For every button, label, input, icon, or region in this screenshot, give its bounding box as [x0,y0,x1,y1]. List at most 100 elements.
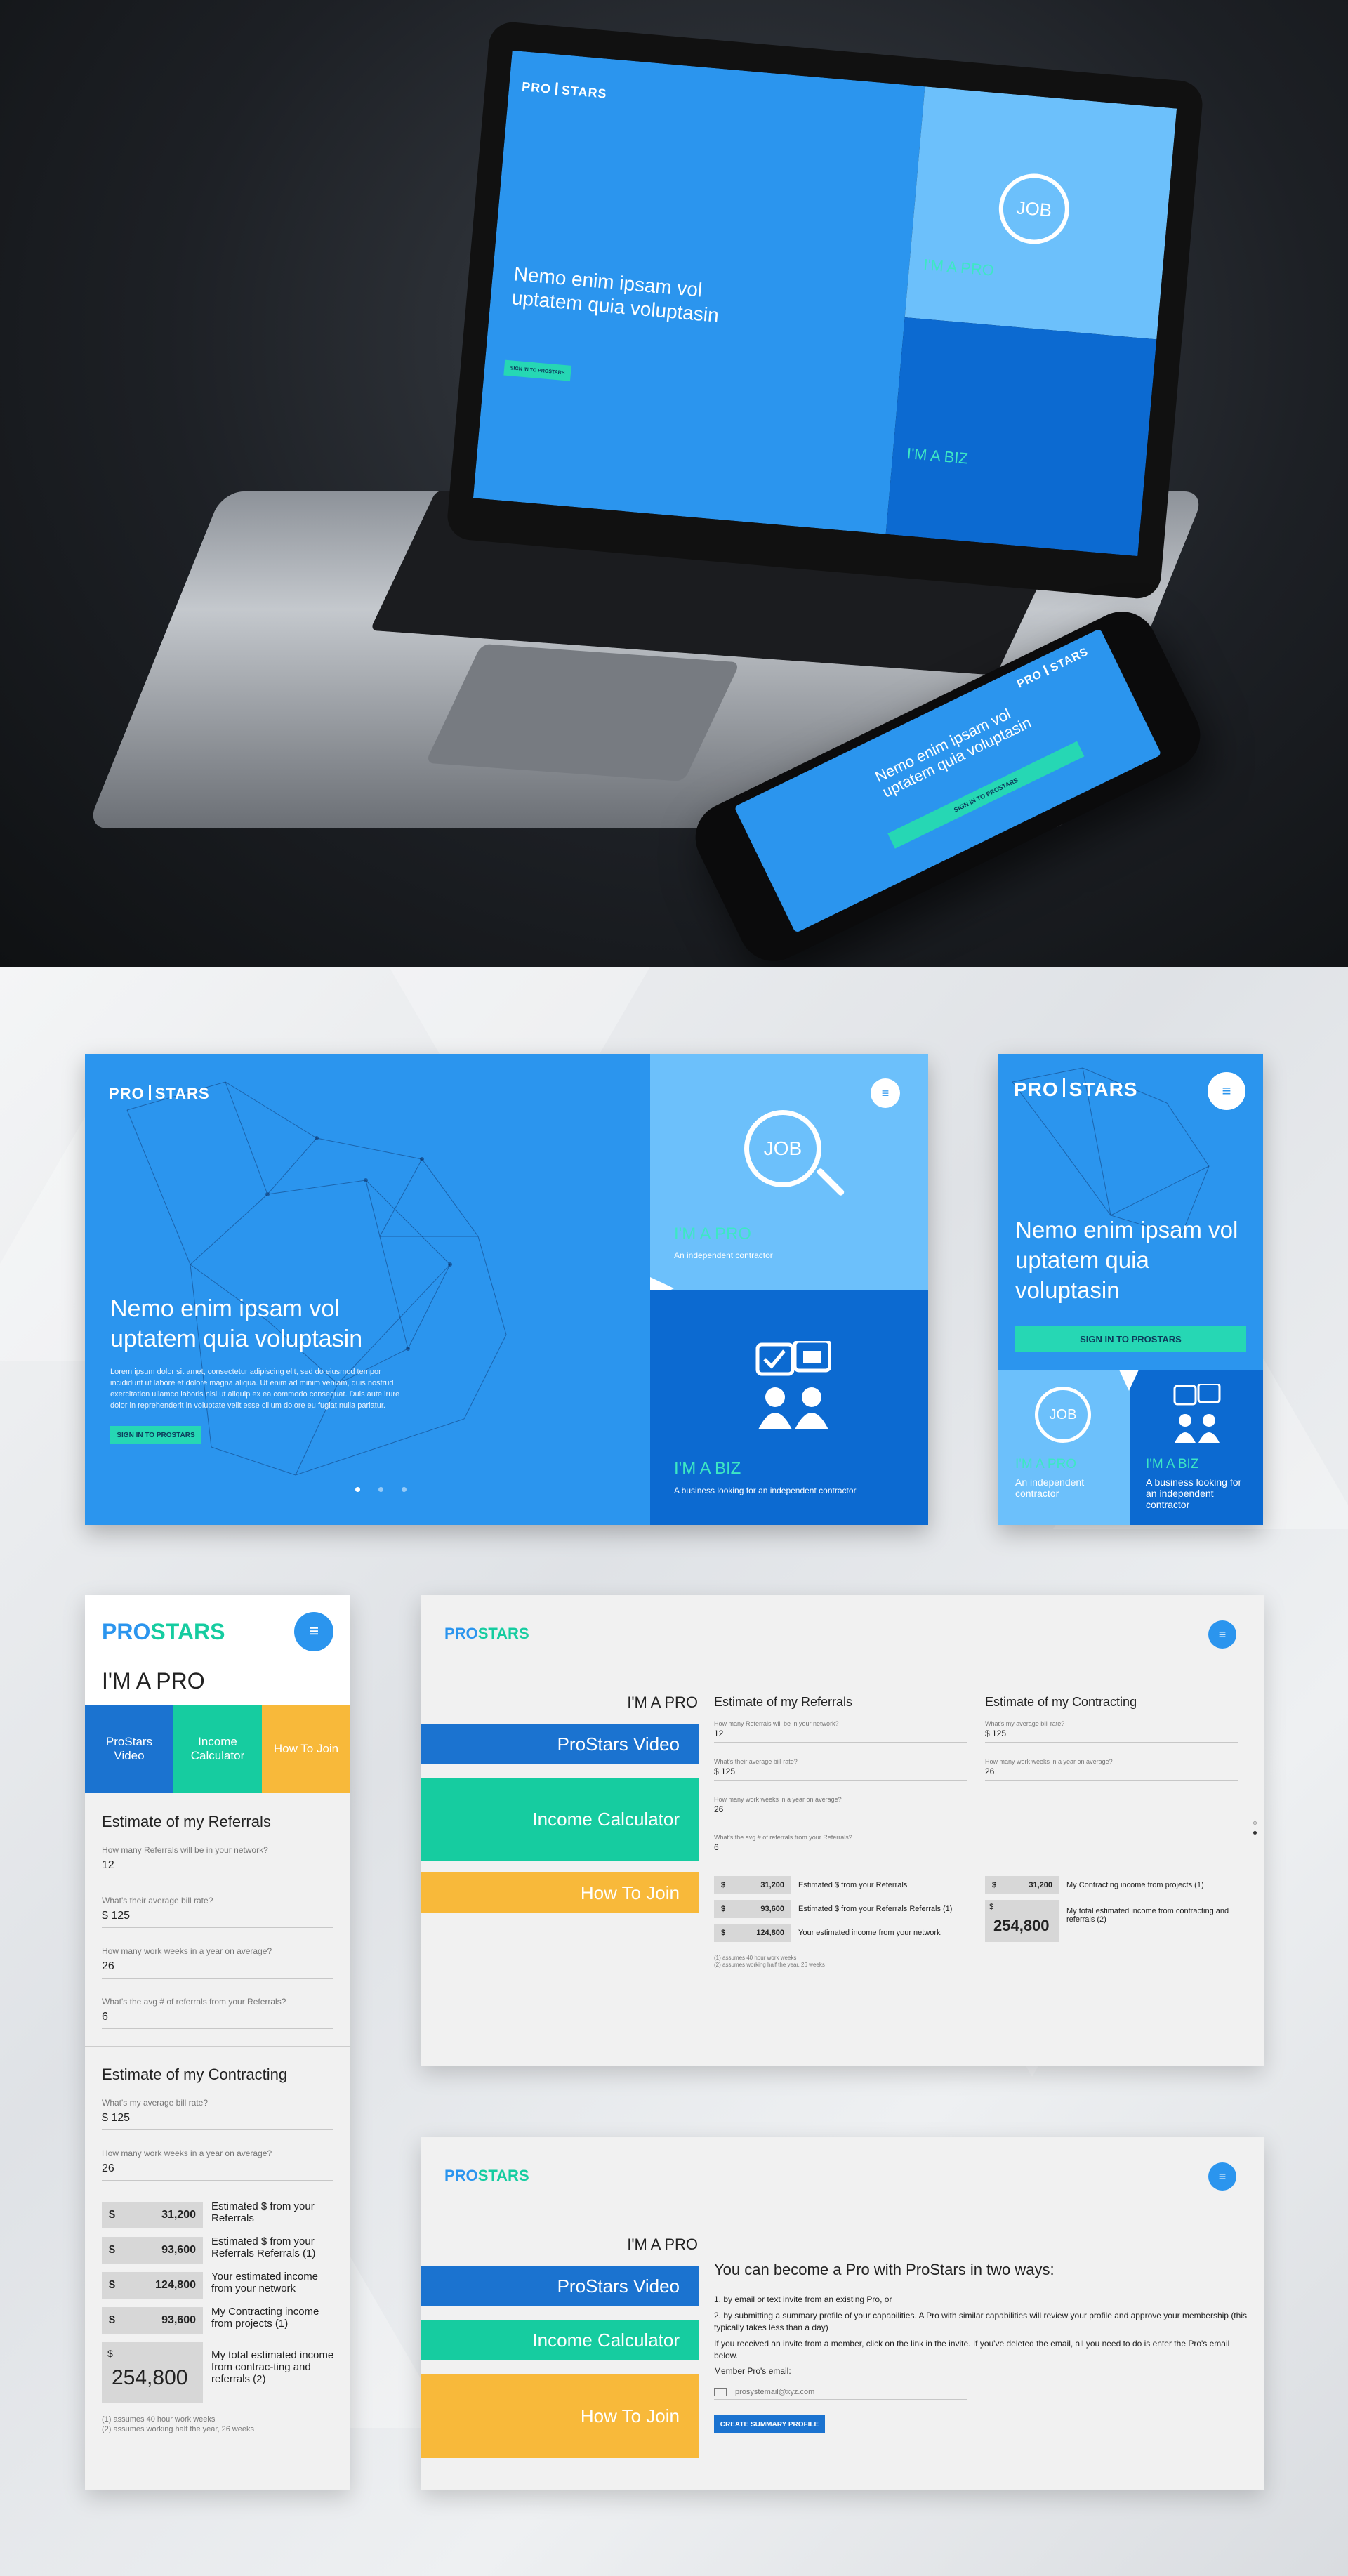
referrals-count-input[interactable]: 12 [102,1859,333,1877]
result-label: Your estimated income from your network [211,2271,319,2294]
mobile-logo[interactable]: PRO STARS [1014,1078,1138,1101]
mobile-logo-left: PRO [1014,1078,1059,1100]
referrals-q1-label: How many Referrals will be in your netwo… [102,1845,268,1855]
referrals-heading: Estimate of my Referrals [102,1813,271,1830]
email-input[interactable] [735,2387,946,2396]
join-option-2: 2. by submitting a summary profile of yo… [714,2311,1247,2332]
phone-brand-right: STARS [1048,645,1091,675]
hero-headline: Nemo enim ipsam vol uptatem quia volupta… [110,1295,363,1352]
d-ref-q1: How many Referrals will be in your netwo… [714,1720,839,1727]
pro-card[interactable]: ≡ JOB I'M A PRO An independent contracto… [650,1054,928,1300]
mobile-job-icon: JOB [1035,1387,1091,1443]
d-ref-count-input[interactable]: 12 [714,1729,967,1743]
join-invite-note: If you received an invite from a member,… [714,2339,1230,2360]
result-value: 93,600 [760,1905,784,1913]
currency: $ [109,2279,115,2291]
slider-dot[interactable] [378,1487,383,1492]
laptop-screen: PRO STARS Nemo enim ipsam vol uptatem qui… [473,50,1177,557]
scroll-dot[interactable] [1253,1821,1257,1825]
hero-slide: PRO STARS Nemo enim ipsam vol uptatem qui… [85,1054,650,1525]
hero-device-mockup: PRO STARS Nemo enim ipsam vol uptatem qui… [0,0,1348,967]
d-result-label: Your estimated income from your network [798,1929,941,1937]
mobile-biz-subtitle: A business looking for an independent co… [1146,1477,1242,1510]
mobile-landing-screen: PRO STARS ≡ Nemo enim ipsam vol uptatem q… [998,1054,1263,1525]
result-box: $93,600 [102,2237,203,2264]
nav-video[interactable]: ProStars Video [421,1724,699,1764]
result-value: 31,200 [161,2209,196,2221]
slider-dot-active[interactable] [355,1487,360,1492]
currency: $ [721,1881,726,1889]
magnifier-handle [816,1167,845,1197]
d-con-rate-input[interactable]: $ 125 [985,1729,1238,1743]
menu-icon[interactable]: ≡ [871,1078,900,1108]
mobile-pointer-icon [1119,1370,1139,1391]
calc-menu-icon[interactable]: ≡ [294,1612,333,1651]
d-ref-avg-input[interactable]: 6 [714,1842,967,1856]
mobile-signin-button[interactable]: SIGN IN TO PROSTARS [1015,1326,1246,1352]
currency: $ [721,1905,726,1913]
result-label: Estimated $ from your Referrals [211,2200,315,2224]
d-footnote-1: (1) assumes 40 hour work weeks [714,1955,797,1961]
result-value: 93,600 [161,2314,196,2326]
d-ref-weeks-input[interactable]: 26 [714,1804,967,1818]
mobile-pro-title: I'M A PRO [1015,1457,1077,1472]
tab-income-calculator[interactable]: Income Calculator [173,1705,262,1793]
referrals-avg-input[interactable]: 6 [102,2011,333,2029]
tab-video[interactable]: ProStars Video [85,1705,173,1793]
d-footnote-2: (2) assumes working half the year, 26 we… [714,1962,825,1968]
join-option-1: 1. by email or text invite from an exist… [714,2294,892,2304]
join-logo[interactable]: PROSTARS [444,2167,529,2185]
mobile-biz-card[interactable]: I'M A BIZ A business looking for an inde… [1119,1370,1263,1525]
join-menu-icon[interactable]: ≡ [1208,2162,1236,2191]
d-result-label: Estimated $ from your Referrals [798,1881,908,1889]
join-page-title: I'M A PRO [627,2235,698,2253]
d-ref-rate-input[interactable]: $ 125 [714,1766,967,1781]
result-value: 93,600 [161,2244,196,2256]
contracting-q1-label: What's my average bill rate? [102,2098,209,2108]
join-heading: You can become a Pro with ProStars in tw… [714,2261,1055,2278]
referrals-rate-input[interactable]: $ 125 [102,1910,333,1928]
mobile-pro-card[interactable]: JOB I'M A PRO An independent contractor [998,1370,1130,1525]
currency: $ [109,2209,115,2221]
scroll-dot-active[interactable] [1253,1831,1257,1835]
dcalc-menu-icon[interactable]: ≡ [1208,1620,1236,1649]
signin-button[interactable]: SIGN IN TO PROSTARS [110,1426,201,1444]
d-ref-q3: How many work weeks in a year on average… [714,1796,842,1803]
result-box: $93,600 [102,2307,203,2334]
nav-income-calculator[interactable]: Income Calculator [421,1778,699,1861]
logo[interactable]: PRO STARS [109,1085,210,1103]
join-logo-right: STARS [477,2167,529,2184]
referrals-weeks-input[interactable]: 26 [102,1960,333,1979]
d-con-weeks-input[interactable]: 26 [985,1766,1238,1781]
phone-brand-left: PRO [1015,668,1045,691]
dcalc-logo-left: PRO [444,1625,478,1642]
join-nav-video[interactable]: ProStars Video [421,2266,699,2306]
nav-how-to-join[interactable]: How To Join [421,1872,699,1913]
calc-tabs: ProStars Video Income Calculator How To … [85,1705,350,1793]
calc-logo-left: PRO [102,1619,151,1644]
calc-logo-right: STARS [150,1619,225,1644]
laptop-signin-button[interactable]: SIGN IN TO PROSTARS [503,359,571,381]
contracting-weeks-input[interactable]: 26 [102,2162,333,2181]
join-logo-left: PRO [444,2167,478,2184]
biz-card[interactable]: I'M A BIZ A business looking for an inde… [650,1290,928,1525]
d-total-currency: $ [989,1903,994,1911]
create-profile-button[interactable]: CREATE SUMMARY PROFILE [714,2415,825,2433]
contracting-q2-label: How many work weeks in a year on average… [102,2148,272,2158]
join-nav-how-to-join[interactable]: How To Join [421,2374,699,2458]
contracting-rate-input[interactable]: $ 125 [102,2112,333,2130]
laptop-pro-title: I'M A PRO [923,256,995,279]
d-result-box: $93,600 [714,1900,791,1918]
mobile-menu-icon[interactable]: ≡ [1208,1072,1245,1110]
dcalc-logo[interactable]: PROSTARS [444,1625,529,1643]
total-value: 254,800 [112,2366,188,2389]
mobile-pro-subtitle: An independent contractor [1015,1477,1085,1499]
calc-logo[interactable]: PROSTARS [102,1619,225,1645]
d-total-value: 254,800 [993,1917,1050,1934]
tab-how-to-join[interactable]: How To Join [262,1705,350,1793]
d-ref-q2: What's their average bill rate? [714,1758,798,1765]
join-nav-income-calculator[interactable]: Income Calculator [421,2320,699,2360]
dcalc-page-title: I'M A PRO [627,1693,698,1711]
email-field-wrap[interactable] [714,2384,967,2400]
slider-dot[interactable] [402,1487,407,1492]
